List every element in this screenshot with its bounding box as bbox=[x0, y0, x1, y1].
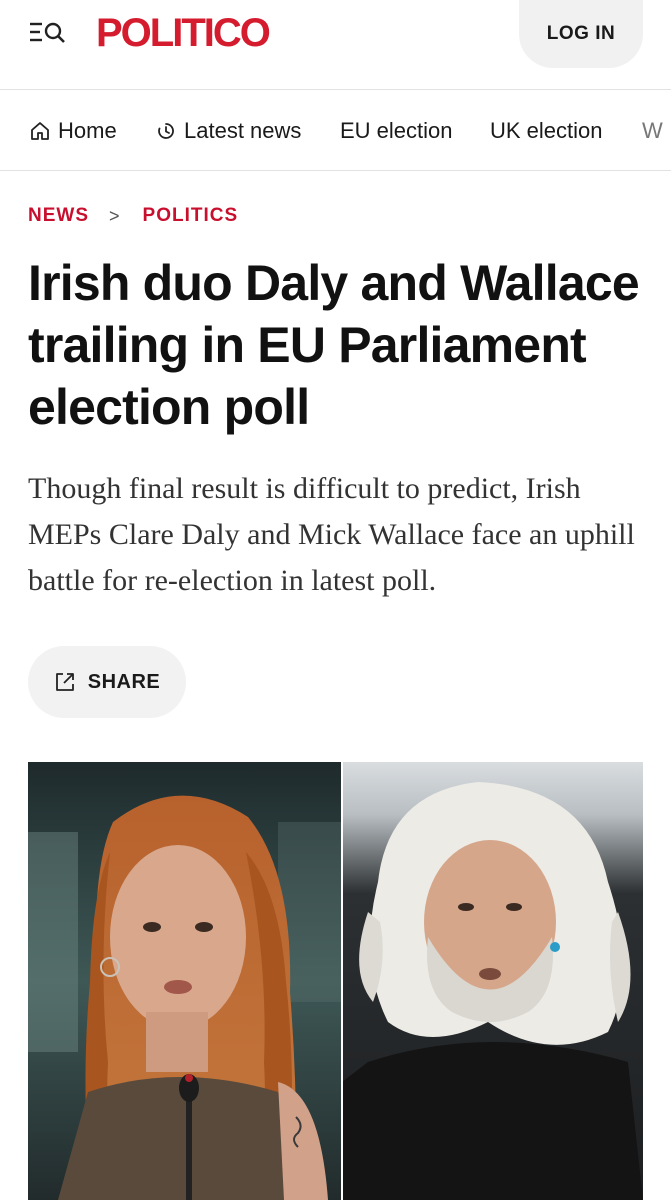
menu-search-button[interactable] bbox=[26, 18, 72, 52]
share-button[interactable]: SHARE bbox=[28, 646, 186, 718]
nav-item-label: W bbox=[642, 118, 663, 143]
nav-item-label: EU election bbox=[340, 118, 453, 143]
section-nav: Home Latest news EU election UK election… bbox=[0, 91, 671, 171]
nav-item-home[interactable]: Home bbox=[30, 91, 117, 170]
top-bar: POLITICO LOG IN bbox=[0, 0, 671, 90]
article-hero-image bbox=[28, 762, 643, 1200]
breadcrumb: NEWS > POLITICS bbox=[28, 203, 238, 229]
nav-item-eu-election[interactable]: EU election bbox=[340, 91, 453, 170]
nav-item-label: Home bbox=[58, 118, 117, 143]
breadcrumb-news[interactable]: NEWS bbox=[28, 205, 89, 227]
breadcrumb-politics[interactable]: POLITICS bbox=[143, 205, 239, 227]
right-photo-panel bbox=[342, 762, 643, 1200]
nav-item-uk-election[interactable]: UK election bbox=[490, 91, 603, 170]
nav-item-truncated[interactable]: W bbox=[642, 91, 663, 170]
article-headline: Irish duo Daly and Wallace trailing in E… bbox=[28, 255, 640, 435]
politico-logo[interactable]: POLITICO bbox=[96, 8, 271, 58]
menu-search-icon bbox=[30, 22, 65, 43]
share-label: SHARE bbox=[87, 670, 161, 693]
home-icon bbox=[31, 122, 49, 140]
login-button[interactable]: LOG IN bbox=[519, 0, 643, 68]
share-icon bbox=[55, 673, 74, 691]
left-photo-panel bbox=[28, 762, 342, 1200]
nav-item-label: Latest news bbox=[184, 118, 302, 143]
article-dek: Though final result is difficult to pred… bbox=[28, 472, 635, 597]
nav-item-latest-news[interactable]: Latest news bbox=[156, 91, 302, 170]
clock-icon bbox=[158, 123, 174, 139]
nav-item-label: UK election bbox=[490, 118, 603, 143]
breadcrumb-separator: > bbox=[109, 205, 121, 226]
